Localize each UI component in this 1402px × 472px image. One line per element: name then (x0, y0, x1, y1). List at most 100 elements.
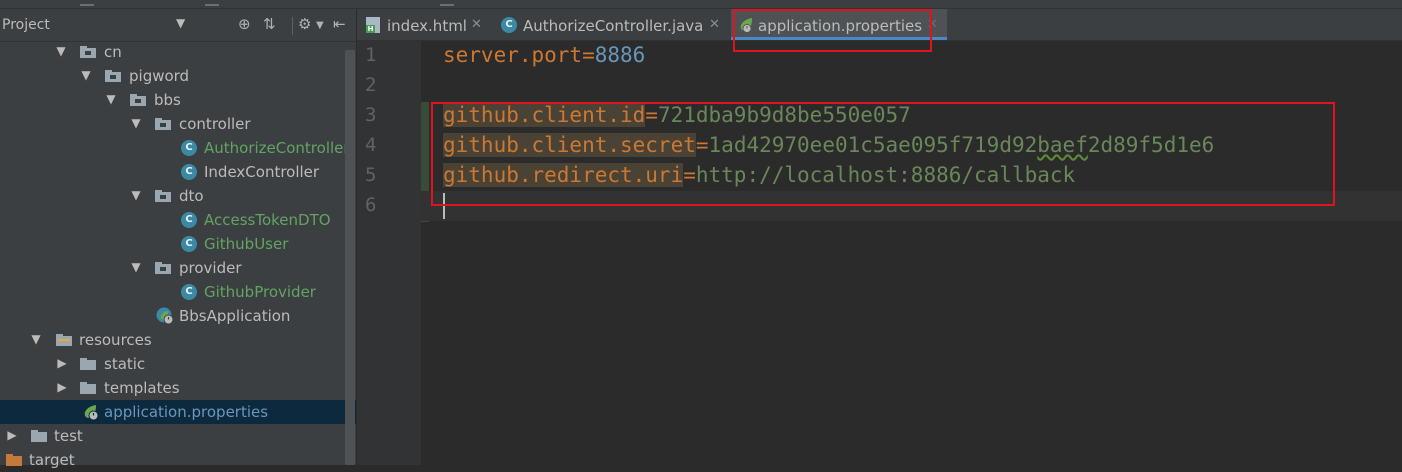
property-value: 8886 (594, 43, 646, 67)
locate-icon[interactable]: ⊕ (238, 15, 251, 33)
class-icon: C (501, 17, 517, 33)
property-key: server.port (443, 43, 583, 67)
line-number: 3 (365, 104, 377, 126)
property-equals: = (582, 43, 595, 67)
tree-item-authorizecontroller[interactable]: C AuthorizeController (0, 136, 356, 160)
caret-down-icon[interactable]: ▼ (176, 16, 185, 30)
tree-item-dto[interactable]: ▼ dto (0, 184, 356, 208)
tree-item-provider[interactable]: ▼ provider (0, 256, 356, 280)
project-panel-header: Project ▼ ⊕ ⇅ ⚙ ▼ ⇤ (0, 9, 356, 42)
tree-item-controller[interactable]: ▼ controller (0, 112, 356, 136)
tree-item-githubuser[interactable]: C GithubUser (0, 232, 356, 256)
title-fragment (205, 0, 219, 6)
project-tool-window: Project ▼ ⊕ ⇅ ⚙ ▼ ⇤ ▼ cn ▼ pigword ▼ bbs… (0, 9, 357, 469)
expand-arrow-icon[interactable]: ▼ (130, 260, 142, 274)
title-fragment (440, 0, 454, 6)
package-icon (130, 94, 146, 106)
spring-boot-class-icon (156, 307, 174, 325)
line-number: 4 (365, 134, 377, 156)
tree-item-githubprovider[interactable]: C GithubProvider (0, 280, 356, 304)
tree-item-bbs[interactable]: ▼ bbs (0, 88, 356, 112)
tree-item-label: provider (179, 259, 242, 277)
tree-item-label: static (104, 355, 146, 373)
toolbar-divider (292, 17, 293, 35)
tree-item-resources[interactable]: ▼ resources (0, 328, 356, 352)
caret-down-small-icon[interactable]: ▼ (316, 20, 324, 31)
project-panel-scrollbar[interactable] (345, 50, 355, 465)
tree-item-label: controller (179, 115, 251, 133)
expand-arrow-icon[interactable]: ▼ (130, 188, 142, 202)
tree-item-label: cn (104, 43, 122, 61)
spring-leaf-icon (84, 405, 99, 421)
class-icon: C (181, 140, 197, 156)
tree-item-test[interactable]: ▶ test (0, 424, 356, 448)
tab-authorizecontroller-java[interactable]: C AuthorizeController.java ✕ (492, 9, 727, 40)
tree-item-accesstokendto[interactable]: C AccessTokenDTO (0, 208, 356, 232)
line-number: 5 (365, 164, 377, 186)
line-number: 1 (365, 44, 377, 66)
tree-item-static[interactable]: ▶ static (0, 352, 356, 376)
expand-arrow-icon[interactable]: ▼ (105, 92, 117, 106)
package-icon (155, 190, 171, 202)
package-icon (155, 262, 171, 274)
tree-item-label: IndexController (204, 163, 320, 181)
html-file-icon: H (366, 17, 380, 33)
tree-item-indexcontroller[interactable]: C IndexController (0, 160, 356, 184)
tree-item-label: dto (179, 187, 204, 205)
project-panel-title[interactable]: Project (2, 17, 50, 33)
tab-label: index.html (387, 17, 467, 35)
tree-item-templates[interactable]: ▶ templates (0, 376, 356, 400)
expand-arrow-icon[interactable]: ▼ (130, 116, 142, 130)
close-icon[interactable]: ✕ (471, 17, 482, 32)
tree-item-pigword[interactable]: ▼ pigword (0, 64, 356, 88)
tree-item-label: test (54, 427, 83, 445)
tab-label: AuthorizeController.java (523, 17, 704, 35)
tree-item-label: GithubUser (204, 235, 289, 253)
tree-item-label: application.properties (104, 403, 269, 421)
folder-icon (80, 382, 96, 394)
package-icon (80, 46, 96, 58)
tree-item-label: AuthorizeController (204, 139, 350, 157)
line-number-gutter: 1 2 3 4 5 6 (357, 41, 421, 465)
tree-item-label: BbsApplication (179, 307, 291, 325)
folder-icon (31, 430, 47, 442)
annotation-box-active-tab (733, 9, 932, 52)
package-icon (155, 118, 171, 130)
resources-folder-icon (56, 334, 72, 346)
class-icon: C (181, 284, 197, 300)
tree-item-label: GithubProvider (204, 283, 316, 301)
title-bar-edge (0, 0, 1402, 9)
collapsed-arrow-icon[interactable]: ▶ (6, 428, 18, 442)
excluded-folder-icon (6, 454, 22, 466)
folder-icon (80, 358, 96, 370)
tree-item-application-properties[interactable]: application.properties (0, 400, 356, 424)
collapsed-arrow-icon[interactable]: ▶ (56, 380, 68, 394)
collapsed-arrow-icon[interactable]: ▶ (56, 356, 68, 370)
tab-index-html[interactable]: H index.html ✕ (357, 9, 487, 40)
expand-arrow-icon[interactable]: ▼ (55, 44, 67, 58)
tree-item-label: target (29, 451, 75, 469)
tree-item-label: AccessTokenDTO (204, 211, 331, 229)
annotation-box-github-settings (431, 102, 1335, 206)
class-icon: C (181, 212, 197, 228)
tree-item-label: bbs (154, 91, 181, 109)
tree-item-bbsapplication[interactable]: BbsApplication (0, 304, 356, 328)
expand-arrow-icon[interactable]: ▼ (80, 68, 92, 82)
line-number: 6 (365, 194, 377, 216)
expand-arrow-icon[interactable]: ▼ (30, 332, 42, 346)
line-number: 2 (365, 74, 377, 96)
collapse-all-icon[interactable]: ⇅ (263, 15, 276, 33)
settings-icon[interactable]: ⚙ (298, 15, 311, 33)
tree-item-cn[interactable]: ▼ cn (0, 40, 356, 64)
class-icon: C (181, 164, 197, 180)
class-icon: C (181, 236, 197, 252)
tree-item-label: templates (104, 379, 180, 397)
close-icon[interactable]: ✕ (709, 17, 720, 32)
hide-panel-icon[interactable]: ⇤ (333, 15, 346, 33)
tree-item-target[interactable]: target (0, 448, 356, 472)
package-icon (105, 70, 121, 82)
code-line-1: server.port=8886 (443, 43, 645, 67)
tree-item-label: resources (79, 331, 152, 349)
tree-item-label: pigword (129, 67, 190, 85)
title-fragment (80, 0, 94, 6)
